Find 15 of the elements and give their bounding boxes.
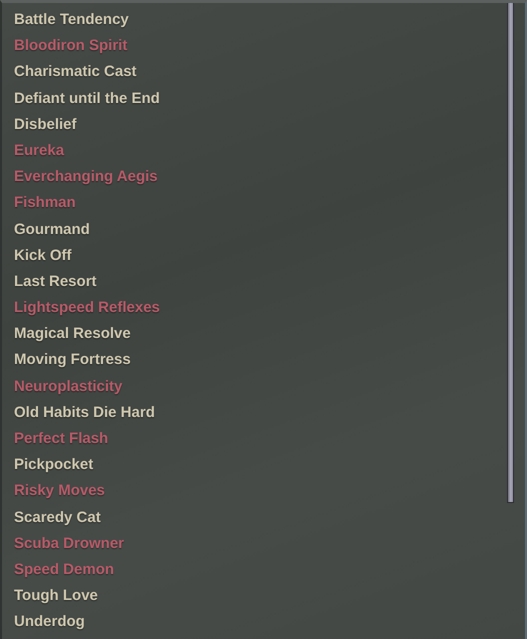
list-item[interactable]: Disbelief: [14, 112, 77, 138]
list-item[interactable]: Tough Love: [14, 583, 98, 610]
list-item[interactable]: Gourmand: [14, 216, 90, 243]
list-item[interactable]: Battle Tendency: [14, 7, 129, 34]
list-item[interactable]: Charismatic Cast: [14, 59, 137, 86]
list-item[interactable]: Defiant until the End: [14, 86, 160, 112]
list-item[interactable]: Kick Off: [14, 242, 72, 269]
list-item[interactable]: Scaredy Cat: [14, 504, 101, 531]
list-item[interactable]: Underdog: [14, 609, 85, 636]
list-item[interactable]: Magical Resolve: [14, 321, 131, 348]
list-item[interactable]: Last Resort: [14, 268, 97, 296]
list-item[interactable]: Moving Fortress: [14, 347, 131, 374]
list-item[interactable]: Pickpocket: [14, 452, 94, 478]
scrollbar-thumb[interactable]: [507, 3, 514, 503]
list-item[interactable]: Old Habits Die Hard: [14, 400, 155, 426]
